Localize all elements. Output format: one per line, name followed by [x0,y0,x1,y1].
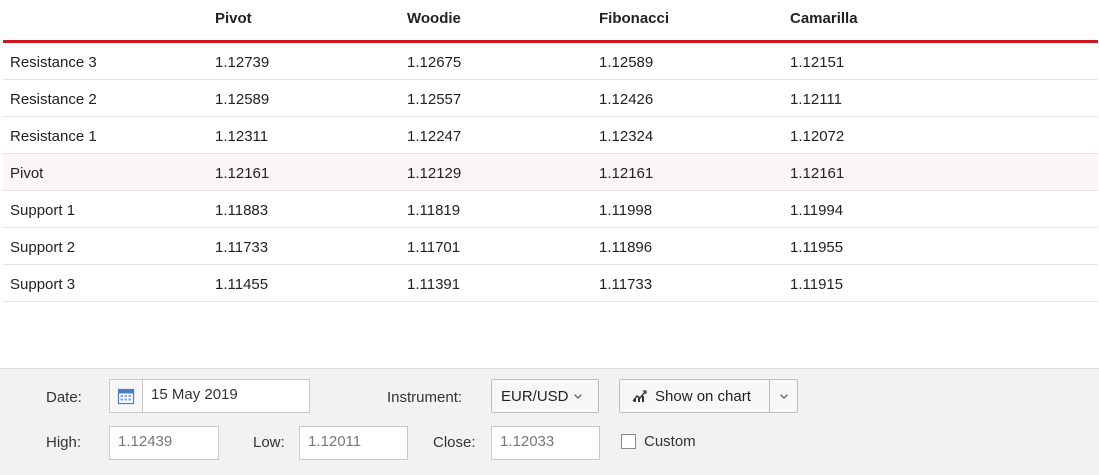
high-label: High: [46,434,82,451]
cell-camarilla: 1.12161 [790,165,845,182]
instrument-label: Instrument: [387,389,463,406]
chart-options-dropdown[interactable] [769,379,798,413]
low-input[interactable]: 1.12011 [299,426,408,460]
row-label: Resistance 3 [10,54,97,71]
cell-camarilla: 1.12151 [790,54,845,71]
cell-pivot: 1.11733 [215,239,269,256]
date-input[interactable]: 15 May 2019 [142,379,310,413]
show-on-chart-button[interactable]: Show on chart [619,379,770,413]
instrument-select[interactable]: EUR/USD [491,379,599,413]
cell-woodie: 1.11819 [407,202,461,219]
cell-fibonacci: 1.12161 [599,165,654,182]
custom-label: Custom [644,433,696,450]
table-row-pivot: Pivot 1.12161 1.12129 1.12161 1.12161 [3,154,1098,191]
cell-woodie: 1.12247 [407,128,462,145]
table-row: Support 3 1.11455 1.11391 1.11733 1.1191… [3,265,1098,302]
close-label: Close: [433,434,476,451]
cell-camarilla: 1.12111 [790,91,842,108]
header-camarilla: Camarilla [790,10,858,27]
cell-woodie: 1.12129 [407,165,462,182]
header-fibonacci: Fibonacci [599,10,670,27]
header-pivot: Pivot [215,10,252,27]
cell-pivot: 1.12161 [215,165,270,182]
cell-pivot: 1.12589 [215,91,270,108]
cell-camarilla: 1.11994 [790,202,844,219]
table-row: Resistance 2 1.12589 1.12557 1.12426 1.1… [3,80,1098,117]
cell-fibonacci: 1.11998 [599,202,653,219]
header-woodie: Woodie [407,10,461,27]
custom-checkbox[interactable] [621,434,636,449]
cell-camarilla: 1.11955 [790,239,844,256]
cell-fibonacci: 1.11896 [599,239,653,256]
cell-camarilla: 1.12072 [790,128,845,145]
cell-fibonacci: 1.11733 [599,276,653,293]
row-label: Support 2 [10,239,76,256]
pivot-points-table: Pivot Woodie Fibonacci Camarilla Resista… [3,0,1098,302]
cell-woodie: 1.11391 [407,276,461,293]
low-label: Low: [253,434,285,451]
cell-pivot: 1.12311 [215,128,269,145]
table-row: Resistance 3 1.12739 1.12675 1.12589 1.1… [3,43,1098,80]
row-label: Support 1 [10,202,76,219]
chevron-down-icon [779,394,788,399]
high-input[interactable]: 1.12439 [109,426,219,460]
table-row: Support 1 1.11883 1.11819 1.11998 1.1199… [3,191,1098,228]
date-label: Date: [46,389,82,406]
row-label: Pivot [10,165,44,182]
cell-pivot: 1.11455 [215,276,269,293]
cell-fibonacci: 1.12426 [599,91,654,108]
cell-pivot: 1.11883 [215,202,269,219]
cell-woodie: 1.12557 [407,91,462,108]
table-header: Pivot Woodie Fibonacci Camarilla [3,0,1098,40]
controls-panel: Date: 15 May 2019 Instrument: EUR/USD Sh… [0,368,1099,475]
row-label: Support 3 [10,276,76,293]
show-on-chart-label: Show on chart [655,387,751,405]
cell-woodie: 1.11701 [407,239,461,256]
table-row: Support 2 1.11733 1.11701 1.11896 1.1195… [3,228,1098,265]
chevron-down-icon [573,394,582,399]
row-label: Resistance 1 [10,128,97,145]
close-input[interactable]: 1.12033 [491,426,600,460]
instrument-value: EUR/USD [501,387,569,405]
table-row: Resistance 1 1.12311 1.12247 1.12324 1.1… [3,117,1098,154]
chart-icon [632,390,647,402]
cell-fibonacci: 1.12589 [599,54,654,71]
cell-pivot: 1.12739 [215,54,270,71]
cell-woodie: 1.12675 [407,54,462,71]
row-label: Resistance 2 [10,91,97,108]
cell-fibonacci: 1.12324 [599,128,654,145]
calendar-icon [117,388,135,405]
calendar-button[interactable] [109,379,143,413]
cell-camarilla: 1.11915 [790,276,844,293]
